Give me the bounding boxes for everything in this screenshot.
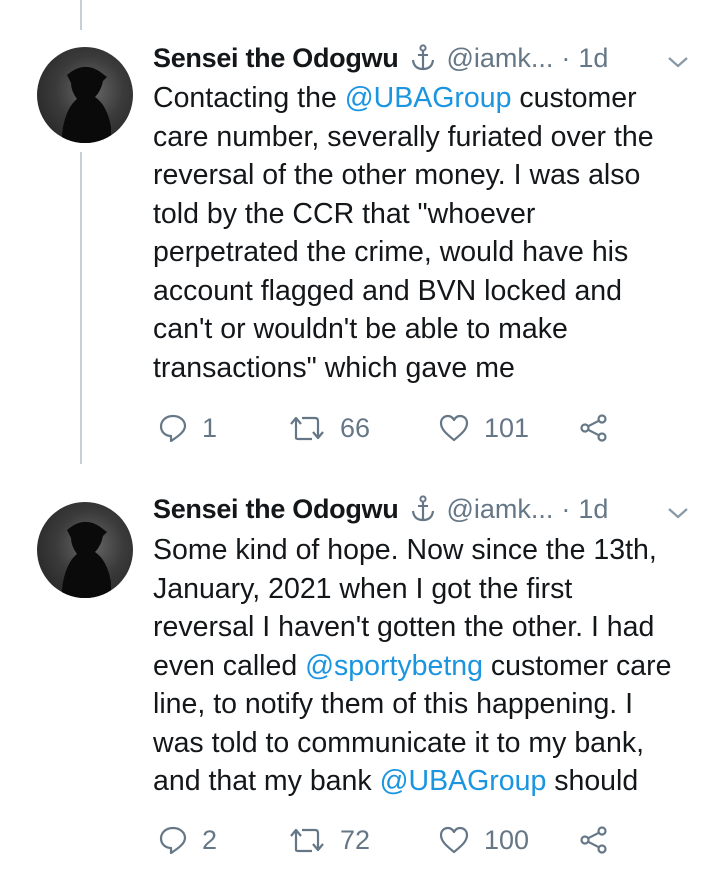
anchor-icon (410, 44, 436, 72)
retweet-button[interactable]: 66 (288, 408, 370, 448)
timestamp[interactable]: 1d (578, 494, 608, 525)
tweet-text-line: transactions" which gave me (153, 351, 515, 384)
tweet-text-line: January, 2021 when I got the first (153, 572, 573, 605)
separator-dot: · (561, 493, 571, 524)
reply-button[interactable]: 2 (158, 820, 217, 860)
reply-count: 2 (202, 824, 218, 855)
chevron-down-icon[interactable] (666, 497, 690, 528)
tweet-text-line: line, to notify them of this happening. … (153, 688, 634, 720)
text-segment: even called (153, 649, 306, 682)
tweet-text-line: was told to communicate it to my bank, (153, 726, 645, 759)
tweet-text: Contacting the @UBAGroup customer care n… (153, 79, 713, 387)
like-count: 100 (484, 824, 530, 855)
tweet-actions: 2 72 100 (155, 820, 635, 860)
share-icon (579, 413, 609, 443)
retweet-button[interactable]: 72 (288, 820, 370, 860)
tweet-text-line: perpetrated the crime, would have his (153, 236, 629, 268)
heart-icon (438, 825, 470, 855)
retweet-icon (288, 825, 326, 855)
share-button[interactable] (579, 820, 609, 860)
thread-connector-top (80, 0, 82, 30)
tweet-text-line: account flagged and BVN locked and (153, 274, 622, 307)
separator-dot: · (561, 42, 571, 73)
author-handle[interactable]: @iamk... (446, 43, 553, 74)
tweet-text-line: can't or wouldn't be able to make (153, 313, 568, 345)
text-segment: should (546, 765, 639, 797)
tweet-text-line: Some kind of hope. Now since the 13th, (153, 534, 657, 566)
tweet-text-line: Contacting the @UBAGroup customer (153, 79, 713, 118)
heart-icon (438, 413, 470, 443)
text-segment: customer care (482, 649, 672, 682)
tweet-header: Sensei the Odogwu @iamk... · 1d (153, 489, 710, 529)
reply-icon (158, 413, 188, 443)
timestamp[interactable]: 1d (578, 43, 608, 74)
tweet-text-line: reversal of the other money. I was also (153, 159, 641, 191)
reply-button[interactable]: 1 (158, 408, 217, 448)
tweet-text-line: reversal I haven't gotten the other. I h… (153, 611, 655, 643)
like-button[interactable]: 101 (438, 408, 529, 448)
like-count: 101 (484, 412, 530, 443)
tweet-text-line: even called @sportybetng customer care (153, 647, 713, 686)
mention-link[interactable]: @UBAGroup (345, 82, 512, 114)
tweet-actions: 1 66 101 (155, 408, 635, 448)
mention-link[interactable]: @sportybetng (305, 650, 483, 682)
reply-icon (158, 825, 188, 855)
tweet-text-line: and that my bank @UBAGroup should (153, 762, 713, 801)
avatar[interactable] (37, 47, 133, 143)
thread-connector (80, 152, 82, 464)
tweet-text: Some kind of hope. Now since the 13th, J… (153, 531, 713, 801)
tweet-text-line: care number, severally furiated over the (153, 120, 654, 153)
avatar[interactable] (37, 502, 133, 598)
author-name[interactable]: Sensei the Odogwu (153, 43, 399, 74)
avatar-silhouette-icon (61, 66, 111, 143)
retweet-count: 72 (340, 824, 371, 855)
retweet-icon (288, 413, 326, 443)
text-segment: and that my bank (153, 765, 380, 797)
author-handle[interactable]: @iamk... (446, 494, 553, 525)
share-icon (579, 825, 609, 855)
tweet-header: Sensei the Odogwu @iamk... · 1d (153, 38, 710, 78)
like-button[interactable]: 100 (438, 820, 529, 860)
retweet-count: 66 (340, 412, 371, 443)
tweet-text-line: told by the CCR that "whoever (153, 197, 536, 230)
text-segment: Contacting the (153, 82, 345, 114)
mention-link[interactable]: @UBAGroup (380, 765, 547, 797)
share-button[interactable] (579, 408, 609, 448)
anchor-icon (410, 495, 436, 523)
reply-count: 1 (202, 412, 218, 443)
text-segment: customer (511, 82, 637, 114)
avatar-silhouette-icon (61, 521, 111, 598)
author-name[interactable]: Sensei the Odogwu (153, 494, 399, 525)
chevron-down-icon[interactable] (666, 46, 690, 77)
